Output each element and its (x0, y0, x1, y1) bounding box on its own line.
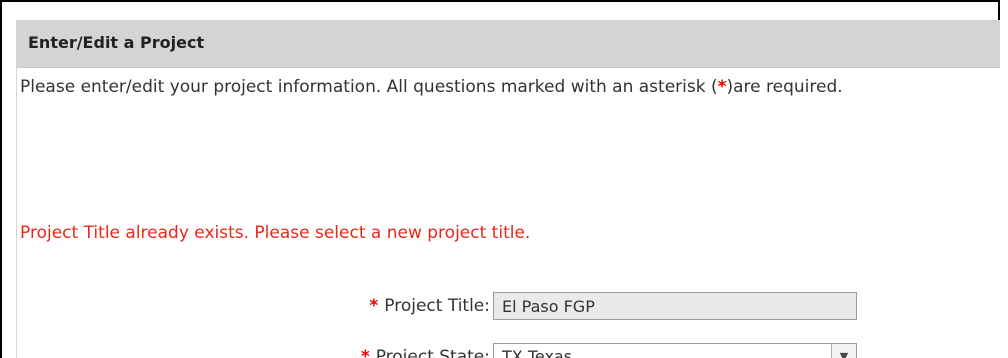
project-state-label: * Project State: (361, 343, 490, 358)
project-title-label: * Project Title: (369, 292, 490, 320)
project-title-label-text: Project Title: (384, 296, 490, 316)
project-title-row: * Project Title: (0, 292, 984, 322)
project-title-input[interactable] (493, 292, 857, 320)
error-message: Project Title already exists. Please sel… (20, 223, 531, 243)
intro-text-before: Please enter/edit your project informati… (20, 77, 718, 97)
intro-asterisk: * (717, 77, 727, 97)
project-state-selected: TX Texas (502, 347, 573, 358)
intro-text: Please enter/edit your project informati… (20, 72, 970, 102)
required-marker: * (360, 347, 370, 358)
page: Enter/Edit a Project Please enter/edit y… (0, 0, 1008, 358)
intro-text-after: )are required. (726, 77, 843, 97)
panel-title: Enter/Edit a Project (17, 20, 1000, 68)
chevron-down-icon[interactable]: ▼ (831, 344, 856, 358)
project-state-label-text: Project State: (375, 347, 490, 358)
required-marker: * (369, 296, 379, 316)
project-state-row: * Project State: TX Texas ▼ (0, 343, 984, 358)
project-state-select[interactable]: TX Texas ▼ (493, 343, 857, 358)
